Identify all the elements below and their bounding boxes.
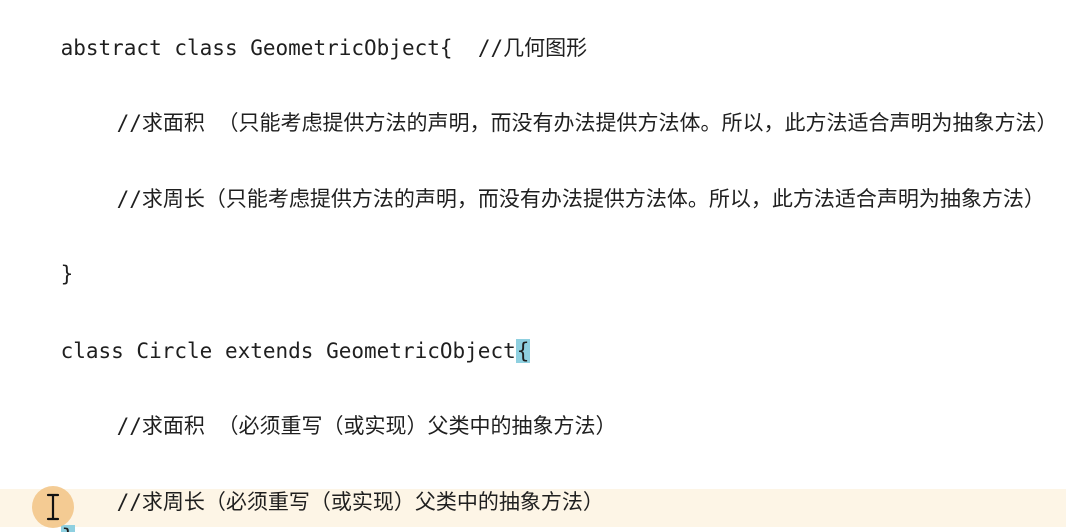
matched-closing-brace: } bbox=[60, 525, 76, 532]
code-comment: //求周长（必须重写（或实现）父类中的抽象方法） bbox=[116, 490, 604, 514]
code-line-2: //求面积 （只能考虑提供方法的声明，而没有办法提供方法体。所以，此方法适合声明… bbox=[66, 78, 1058, 135]
text-cursor-icon bbox=[46, 493, 60, 521]
code-line-4: } bbox=[10, 229, 74, 286]
code-comment: //几何图形 bbox=[477, 36, 588, 60]
code-comment: //求周长（只能考虑提供方法的声明，而没有办法提供方法体。所以，此方法适合声明为… bbox=[116, 187, 1045, 211]
code-line-6: //求面积 （必须重写（或实现）父类中的抽象方法） bbox=[66, 381, 617, 438]
code-line-5: class Circle extends GeometricObject{ bbox=[10, 306, 531, 363]
code-line-7: //求周长（必须重写（或实现）父类中的抽象方法） bbox=[66, 457, 604, 514]
class-declaration: abstract class GeometricObject{ bbox=[60, 36, 478, 60]
closing-brace: } bbox=[60, 262, 74, 286]
code-comment: //求面积 （只能考虑提供方法的声明，而没有办法提供方法体。所以，此方法适合声明… bbox=[116, 111, 1058, 135]
code-editor[interactable]: abstract class GeometricObject{ //几何图形 /… bbox=[0, 0, 1066, 532]
matched-opening-brace: { bbox=[515, 339, 531, 363]
class-declaration: class Circle extends GeometricObject bbox=[60, 339, 516, 363]
code-line-3: //求周长（只能考虑提供方法的声明，而没有办法提供方法体。所以，此方法适合声明为… bbox=[66, 154, 1045, 211]
code-comment: //求面积 （必须重写（或实现）父类中的抽象方法） bbox=[116, 414, 617, 438]
code-line-1: abstract class GeometricObject{ //几何图形 bbox=[10, 3, 588, 60]
